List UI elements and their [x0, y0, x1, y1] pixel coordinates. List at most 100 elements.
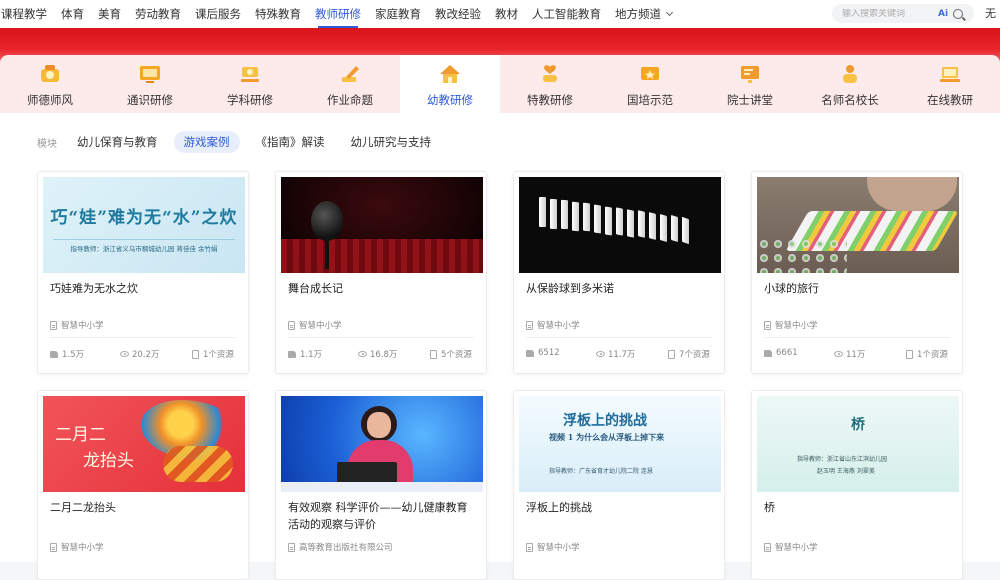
resource-card[interactable]: 巧“娃”难为无“水”之炊 指导教师：浙江省义乌市稠城幼儿园 蒋佳佳 余竹娟 巧娃…: [37, 171, 249, 374]
card-title[interactable]: 舞台成长记: [288, 280, 478, 297]
search-icon[interactable]: [953, 8, 964, 19]
nav-item-0[interactable]: 课程教学: [0, 0, 54, 28]
resource-card[interactable]: 舞台成长记 智慧中小学 1.1万 16.8万 5个资源: [275, 171, 487, 374]
card-thumbnail[interactable]: [281, 396, 483, 492]
stat-likes: 6661: [764, 348, 798, 358]
card-publisher: 高等教育出版社有限公司: [288, 541, 393, 553]
category-tab-6[interactable]: 国培示范: [600, 55, 700, 113]
nav-item-label: 家庭教育: [375, 7, 421, 21]
category-tab-1[interactable]: 通识研修: [100, 55, 200, 113]
category-label: 幼教研修: [427, 93, 473, 107]
domino-shape: [682, 216, 689, 244]
domino-shape: [550, 198, 557, 229]
search-input[interactable]: [842, 8, 934, 19]
publisher-name: 智慧中小学: [61, 543, 104, 553]
card-title[interactable]: 从保龄球到多米诺: [526, 280, 716, 297]
board-icon: [738, 63, 762, 85]
stat-value: 20.2万: [132, 350, 160, 360]
category-tab-0[interactable]: 师德师风: [0, 55, 100, 113]
card-thumbnail[interactable]: [757, 177, 959, 273]
card-title[interactable]: 有效观察 科学评价——幼儿健康教育活动的观察与评价: [288, 499, 478, 533]
category-tab-5[interactable]: 特教研修: [500, 55, 600, 113]
category-tab-2[interactable]: 学科研修: [200, 55, 300, 113]
filter-chip-1[interactable]: 游戏案例: [173, 131, 240, 153]
cover-footer: 指导教师：广东省育才幼儿院二院 连慧: [549, 468, 653, 475]
card-thumbnail[interactable]: [281, 177, 483, 273]
stat-value: 1个资源: [917, 350, 948, 360]
card-divider: [50, 337, 236, 338]
card-title[interactable]: 小球的旅行: [764, 280, 954, 297]
category-tab-4[interactable]: 幼教研修: [400, 55, 500, 113]
card-title[interactable]: 巧娃难为无水之炊: [50, 280, 240, 297]
filter-chip-3[interactable]: 幼儿研究与支持: [341, 131, 442, 153]
filter-label: 模块: [37, 138, 57, 150]
domino-shape: [583, 203, 590, 233]
medal-icon: [38, 63, 62, 85]
book-stand-icon: [238, 63, 262, 85]
resource-card[interactable]: 桥 指导教师：浙江省山东江滨幼儿园 赵玉明 王海燕 刘翠美 桥智慧中小学: [751, 390, 963, 580]
resource-card[interactable]: 浮板上的挑战 视频 1 为什么会从浮板上掉下来 指导教师：广东省育才幼儿院二院 …: [513, 390, 725, 580]
card-thumbnail[interactable]: 浮板上的挑战 视频 1 为什么会从浮板上掉下来 指导教师：广东省育才幼儿院二院 …: [519, 396, 721, 492]
nav-item-8[interactable]: 教改经验: [428, 0, 488, 28]
category-tab-7[interactable]: 院士讲堂: [700, 55, 800, 113]
nav-item-5[interactable]: 特殊教育: [248, 0, 308, 28]
nav-item-label: 课程教学: [1, 7, 47, 21]
stat-value: 1.1万: [300, 350, 323, 360]
card-thumbnail[interactable]: 桥 指导教师：浙江省山东江滨幼儿园 赵玉明 王海燕 刘翠美: [757, 396, 959, 492]
domino-shape: [594, 204, 601, 234]
resource-card[interactable]: 二月二 龙抬头 二月二龙抬头智慧中小学: [37, 390, 249, 580]
filter-chip-2[interactable]: 《指南》解读: [246, 131, 335, 153]
category-label: 特教研修: [527, 93, 573, 107]
user-link[interactable]: 无: [985, 0, 996, 28]
resource-card[interactable]: 从保龄球到多米诺 智慧中小学 6512 11.7万 7个资源: [513, 171, 725, 374]
document-icon: [764, 542, 771, 552]
stat-value: 11.7万: [608, 350, 636, 360]
resource-card[interactable]: 有效观察 科学评价——幼儿健康教育活动的观察与评价高等教育出版社有限公司: [275, 390, 487, 580]
category-tab-8[interactable]: 名师名校长: [800, 55, 900, 113]
card-title[interactable]: 桥: [764, 499, 954, 516]
search-box[interactable]: Ai: [832, 4, 974, 23]
nav-item-label: 美育: [98, 7, 121, 21]
category-tab-9[interactable]: 在线教研: [900, 55, 1000, 113]
resource-card[interactable]: 小球的旅行 智慧中小学 6661 11万 1个资源: [751, 171, 963, 374]
nav-item-11[interactable]: 地方频道: [608, 0, 679, 28]
card-thumbnail[interactable]: 巧“娃”难为无“水”之炊 指导教师：浙江省义乌市稠城幼儿园 蒋佳佳 余竹娟: [43, 177, 245, 273]
nav-item-7[interactable]: 家庭教育: [368, 0, 428, 28]
nav-item-1[interactable]: 体育: [54, 0, 91, 28]
stat-value: 1.5万: [62, 350, 85, 360]
stat-resources: 7个资源: [668, 348, 710, 360]
card-stats: 6661 11万 1个资源: [764, 348, 950, 360]
publisher-name: 智慧中小学: [61, 321, 104, 331]
stat-likes: 6512: [526, 348, 560, 358]
card-title[interactable]: 浮板上的挑战: [526, 499, 716, 516]
publisher-name: 智慧中小学: [775, 543, 818, 553]
cover-line1: 二月二: [55, 425, 106, 445]
card-divider: [288, 337, 474, 338]
card-stats: 1.5万 20.2万 1个资源: [50, 348, 236, 360]
category-bar: 师德师风 通识研修 学科研修 作业命题 幼教研修 特教研修 国培示范 院士讲堂 名师名校长 在线教…: [0, 55, 1000, 113]
publisher-name: 智慧中小学: [299, 321, 342, 331]
nav-item-label: 课后服务: [195, 7, 241, 21]
nav-item-3[interactable]: 劳动教育: [128, 0, 188, 28]
category-tab-3[interactable]: 作业命题: [300, 55, 400, 113]
stat-value: 11万: [846, 350, 866, 360]
nav-item-2[interactable]: 美育: [91, 0, 128, 28]
document-icon: [764, 320, 771, 330]
domino-shape: [660, 213, 667, 242]
eye-icon: [834, 351, 843, 357]
nav-item-4[interactable]: 课后服务: [188, 0, 248, 28]
card-thumbnail[interactable]: 二月二 龙抬头: [43, 396, 245, 492]
card-publisher: 智慧中小学: [50, 541, 104, 553]
card-publisher: 智慧中小学: [50, 319, 104, 331]
cover-headline: 巧“娃”难为无“水”之炊: [50, 208, 238, 228]
category-label: 作业命题: [327, 93, 373, 107]
nav-item-10[interactable]: 人工智能教育: [525, 0, 608, 28]
ai-search-icon[interactable]: Ai: [938, 9, 948, 19]
chevron-down-icon: [665, 8, 674, 17]
card-thumbnail[interactable]: [519, 177, 721, 273]
nav-item-9[interactable]: 教材: [488, 0, 525, 28]
nav-item-6[interactable]: 教师研修: [308, 0, 368, 28]
document-icon: [288, 320, 295, 330]
filter-chip-0[interactable]: 幼儿保育与教育: [67, 131, 168, 153]
card-title[interactable]: 二月二龙抬头: [50, 499, 240, 516]
